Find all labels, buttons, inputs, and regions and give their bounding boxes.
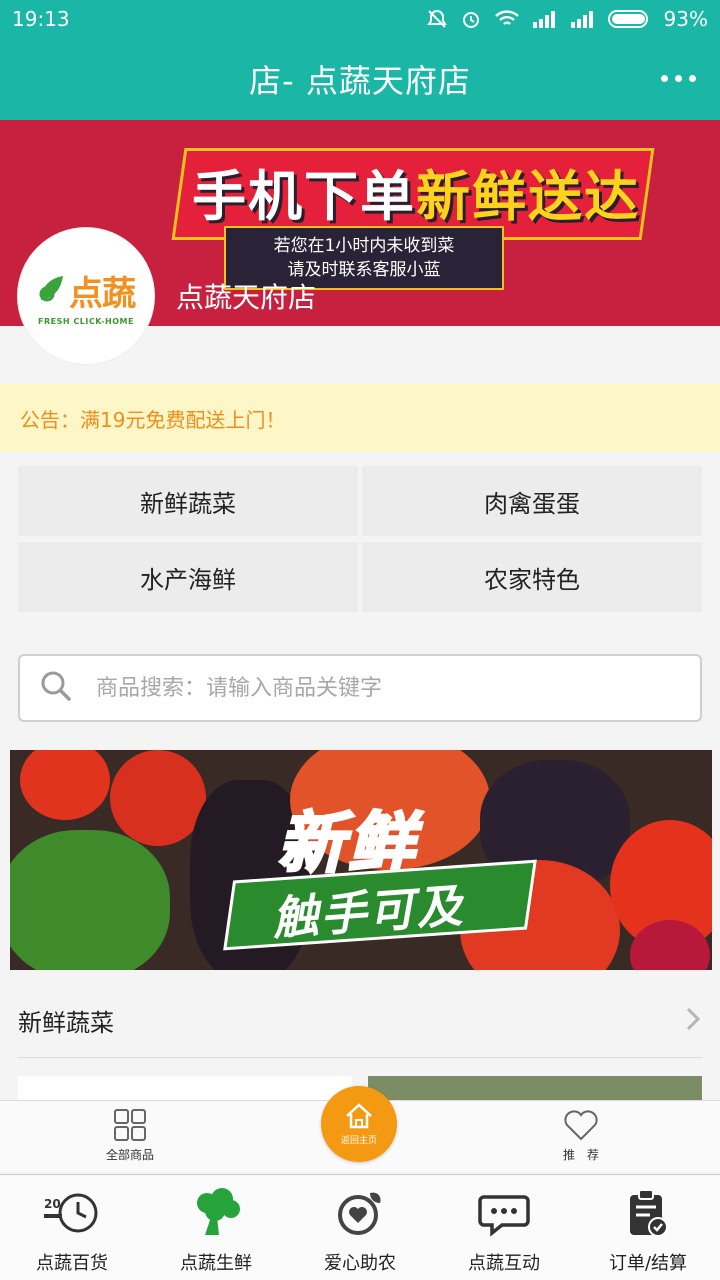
heart-leaf-icon bbox=[334, 1187, 386, 1239]
fresh-promo-banner[interactable]: 新鲜 触手可及 bbox=[10, 750, 712, 970]
store-logo: 点蔬 FRESH CLICK-HOME bbox=[18, 228, 154, 364]
more-dot-icon bbox=[660, 74, 668, 82]
clipboard-check-icon bbox=[626, 1187, 670, 1239]
more-dot-icon bbox=[674, 74, 682, 82]
nav-interaction[interactable]: 点蔬互动 bbox=[432, 1175, 576, 1280]
signal-icon-1 bbox=[532, 10, 558, 28]
section-header-vegetables[interactable]: 新鲜蔬菜 bbox=[18, 984, 702, 1058]
delivery-clock-icon: 20 bbox=[42, 1187, 102, 1239]
svg-text:20: 20 bbox=[44, 1197, 61, 1211]
tomato-shape bbox=[20, 750, 110, 820]
category-grid: 新鲜蔬菜 肉禽蛋蛋 水产海鲜 农家特色 bbox=[18, 466, 702, 612]
title-bar: 店- 点蔬天府店 bbox=[0, 38, 720, 120]
all-products-tab[interactable]: 全部商品 bbox=[106, 1107, 154, 1163]
bottom-navigation: 20 点蔬百货 点蔬生鲜 爱心助农 点蔬互动 订单/结算 bbox=[0, 1174, 720, 1280]
grid-icon bbox=[112, 1107, 148, 1146]
home-button[interactable]: 返回主页 bbox=[321, 1086, 397, 1162]
category-fresh-vegetables[interactable]: 新鲜蔬菜 bbox=[18, 466, 358, 536]
home-icon bbox=[344, 1102, 374, 1133]
search-box[interactable] bbox=[18, 654, 702, 722]
announcement-text: 公告：满19元免费配送上门！ bbox=[20, 407, 286, 432]
status-icons: 93% bbox=[426, 7, 708, 31]
tomato-shape bbox=[110, 750, 206, 846]
more-menu-button[interactable] bbox=[654, 60, 702, 96]
store-name: 点蔬天府店 bbox=[176, 281, 317, 314]
chevron-right-icon bbox=[684, 1005, 702, 1037]
pepper-shape bbox=[10, 830, 170, 970]
broccoli-icon bbox=[189, 1187, 243, 1239]
category-seafood[interactable]: 水产海鲜 bbox=[18, 542, 358, 612]
status-bar: 19:13 93% bbox=[0, 0, 720, 38]
section-title: 新鲜蔬菜 bbox=[18, 1009, 114, 1037]
page-title: 店- 点蔬天府店 bbox=[249, 62, 471, 100]
nav-fresh[interactable]: 点蔬生鲜 bbox=[144, 1175, 288, 1280]
promo-headline: 手机下单新鲜送达 bbox=[192, 165, 640, 228]
leaf-icon bbox=[37, 272, 67, 310]
nav-orders[interactable]: 订单/结算 bbox=[576, 1175, 720, 1280]
signal-icon-2 bbox=[570, 10, 596, 28]
home-label: 返回主页 bbox=[340, 1136, 377, 1146]
mute-icon bbox=[426, 8, 448, 30]
nav-help-farmers[interactable]: 爱心助农 bbox=[288, 1175, 432, 1280]
category-farm-specialty[interactable]: 农家特色 bbox=[362, 542, 702, 612]
category-meat-eggs[interactable]: 肉禽蛋蛋 bbox=[362, 466, 702, 536]
more-dot-icon bbox=[688, 74, 696, 82]
search-icon bbox=[40, 670, 72, 706]
heart-icon bbox=[562, 1107, 600, 1146]
all-products-label: 全部商品 bbox=[106, 1148, 155, 1162]
nav-department-store[interactable]: 20 点蔬百货 bbox=[0, 1175, 144, 1280]
chat-bubble-icon bbox=[478, 1187, 530, 1239]
battery-icon bbox=[607, 9, 652, 29]
recommend-tab[interactable]: 推 荐 bbox=[562, 1107, 600, 1163]
battery-level: 93% bbox=[663, 7, 708, 31]
wifi-icon bbox=[494, 9, 520, 29]
status-time: 19:13 bbox=[12, 7, 70, 31]
screen: 19:13 93% 店- 点蔬天府店 手机下单新鲜送达 若您在1小时内未收到菜 … bbox=[0, 0, 720, 1280]
fresh-slogan: 新鲜 触手可及 bbox=[220, 790, 537, 951]
search-input[interactable] bbox=[96, 675, 656, 701]
alarm-icon bbox=[460, 8, 482, 30]
announcement-bar: 公告：满19元免费配送上门！ bbox=[0, 384, 720, 452]
recommend-label: 推 荐 bbox=[562, 1148, 599, 1162]
